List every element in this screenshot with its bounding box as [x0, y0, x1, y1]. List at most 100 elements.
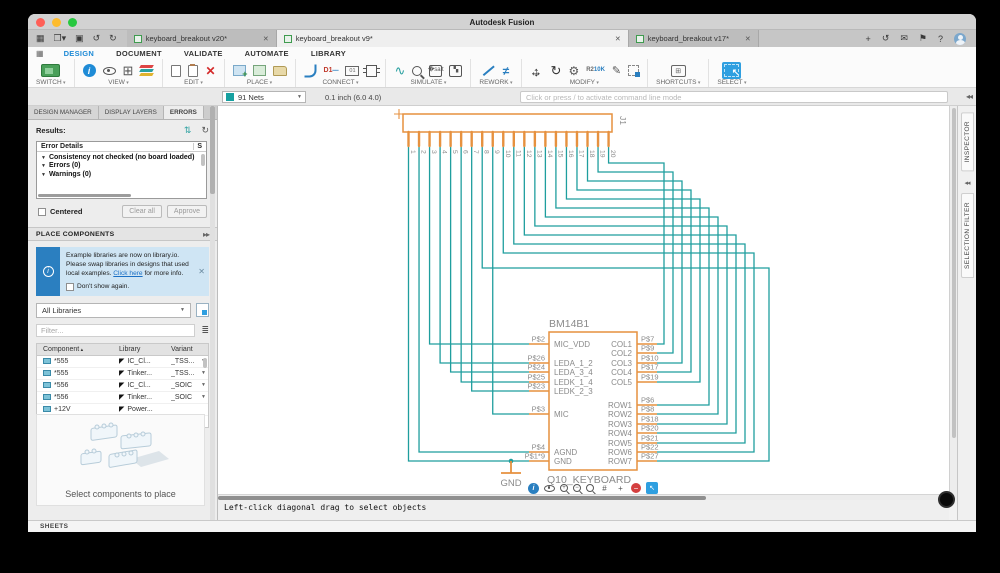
shortcuts-icon[interactable]: ⊞: [671, 65, 686, 77]
connect-label[interactable]: CONNECT: [322, 79, 358, 86]
filter-input[interactable]: [36, 324, 195, 337]
grid-icon[interactable]: #: [599, 483, 610, 494]
ripup-icon[interactable]: ≠: [503, 64, 510, 78]
redo-icon[interactable]: ↻: [109, 33, 117, 44]
close-banner-icon[interactable]: ✕: [198, 267, 205, 276]
place-components-header[interactable]: PLACE COMPONENTS ▸▸: [28, 227, 217, 241]
rework-label[interactable]: REWORK: [479, 79, 512, 86]
panel-tab-display-layers[interactable]: DISPLAY LAYERS: [99, 106, 164, 119]
document-tab[interactable]: keyboard_breakout v17*✕: [629, 30, 759, 47]
place-move-icon[interactable]: [253, 65, 266, 76]
rotate-icon[interactable]: ↻: [551, 63, 562, 79]
net-wire-icon[interactable]: [304, 64, 316, 77]
expand-triangle-icon[interactable]: ▼: [41, 163, 46, 169]
table-row[interactable]: *556◤Tinker..._SOIC▼: [37, 392, 208, 404]
new-tab-icon[interactable]: +: [866, 34, 871, 44]
dont-show-again-checkbox[interactable]: [66, 283, 74, 291]
refresh-icon[interactable]: ↻: [201, 125, 209, 136]
error-list-hscrollbar[interactable]: [38, 194, 131, 198]
shortcuts-label[interactable]: SHORTCUTS: [656, 79, 700, 86]
close-tab-icon[interactable]: ✕: [745, 35, 751, 43]
centered-checkbox[interactable]: [38, 208, 46, 216]
component-table-scrollbar[interactable]: [203, 358, 207, 368]
workspace-tab-automate[interactable]: AUTOMATE: [243, 48, 291, 59]
workspace-tab-validate[interactable]: VALIDATE: [182, 48, 225, 59]
nets-dropdown[interactable]: 91 Nets ▼: [222, 91, 306, 103]
crosshair-icon[interactable]: +: [615, 483, 626, 494]
history-icon[interactable]: ↺: [882, 33, 890, 44]
all-libraries-select[interactable]: All Libraries ▼: [36, 303, 191, 318]
paste-icon[interactable]: [188, 65, 198, 77]
select-cursor-icon[interactable]: ↖: [646, 482, 658, 494]
place-label[interactable]: PLACE: [247, 79, 272, 86]
error-row[interactable]: ▼Warnings (0): [37, 169, 206, 178]
table-row[interactable]: *556◤IC_Cl..._SOIC▼: [37, 380, 208, 392]
new-file-icon[interactable]: ❒▾: [54, 33, 67, 44]
approve-button[interactable]: Approve: [167, 205, 207, 218]
switch-label[interactable]: SWITCH: [36, 79, 66, 86]
library-manager-icon[interactable]: [196, 303, 209, 317]
net-wires[interactable]: [409, 146, 770, 463]
paint-icon[interactable]: ✎: [612, 64, 621, 77]
visibility-eye-icon[interactable]: [544, 485, 555, 492]
library-column-header[interactable]: Library: [119, 346, 171, 353]
delete-icon[interactable]: ✕: [205, 64, 215, 78]
collapse-section-icon[interactable]: ▸▸: [203, 230, 209, 239]
component-table-header[interactable]: Component Library Variant: [37, 344, 208, 356]
expand-triangle-icon[interactable]: ▼: [41, 172, 46, 178]
tab-selection-filter[interactable]: SELECTION FILTER: [961, 193, 974, 278]
workspace-tab-library[interactable]: LIBRARY: [309, 48, 348, 59]
oscilloscope-icon[interactable]: ▚: [449, 65, 462, 77]
command-line-input[interactable]: [520, 91, 948, 103]
undo-icon[interactable]: ↺: [93, 33, 101, 44]
zoom-in-icon[interactable]: +: [560, 484, 568, 492]
schematic-canvas[interactable]: 1234567891011121314151617181920J1P$2MIC_…: [218, 106, 949, 494]
simulate-label[interactable]: SIMULATE: [410, 79, 446, 86]
edit-label[interactable]: EDIT: [184, 79, 203, 86]
visibility-eye-icon[interactable]: [103, 67, 116, 75]
place-library-icon[interactable]: [273, 66, 287, 76]
layers-icon[interactable]: [140, 65, 154, 77]
table-row[interactable]: *555◤Tinker..._TSS...▼: [37, 368, 208, 380]
collapse-panel-icon[interactable]: ◂◂: [966, 92, 972, 101]
ic-pins-icon[interactable]: [366, 65, 377, 77]
wrench-icon[interactable]: ⚙: [568, 64, 579, 78]
tab-inspector[interactable]: INSPECTOR: [961, 112, 974, 171]
app-grid-icon[interactable]: ▦: [36, 33, 45, 44]
close-tab-icon[interactable]: ✕: [615, 35, 621, 43]
workspace-tab-design[interactable]: DESIGN: [62, 48, 97, 59]
error-row[interactable]: ▼Errors (0): [37, 161, 206, 170]
notifications-icon[interactable]: ⚑: [919, 33, 927, 44]
place-component-icon[interactable]: [233, 65, 246, 76]
net-label-icon[interactable]: 01: [345, 66, 359, 76]
save-icon[interactable]: ▣: [75, 33, 84, 44]
click-here-link[interactable]: Click here: [113, 270, 142, 277]
filter-settings-icon[interactable]: ≣: [201, 325, 209, 336]
workspace-tab-document[interactable]: DOCUMENT: [114, 48, 164, 59]
switch-board-icon[interactable]: [41, 64, 60, 77]
variant-column-header[interactable]: Variant: [171, 346, 208, 353]
draw-line-icon[interactable]: [483, 65, 496, 77]
document-tab[interactable]: keyboard_breakout v9*✕: [277, 30, 629, 47]
table-row[interactable]: *555◤IC_Cl..._TSS...▼: [37, 356, 208, 368]
probe-icon[interactable]: [412, 66, 422, 76]
error-details-list[interactable]: Error Details S ▼Consistency not checked…: [36, 141, 207, 199]
help-icon[interactable]: ?: [938, 34, 943, 44]
export-errors-icon[interactable]: ⇅: [184, 125, 192, 136]
component-column-header[interactable]: Component: [43, 346, 119, 353]
canvas-vscrollbar[interactable]: [949, 106, 957, 500]
panel-tab-design-manager[interactable]: DESIGN MANAGER: [28, 106, 99, 119]
panel-tab-errors[interactable]: ERRORS: [164, 106, 204, 119]
workspace-grid-icon[interactable]: ▦: [36, 49, 44, 58]
info-icon[interactable]: i: [528, 483, 539, 494]
remove-icon[interactable]: −: [631, 483, 641, 493]
job-status-icon[interactable]: ✉: [900, 33, 908, 44]
expand-triangle-icon[interactable]: ▼: [41, 155, 46, 161]
error-list-vscrollbar[interactable]: [201, 154, 205, 166]
view-label[interactable]: VIEW: [108, 79, 129, 86]
schematic-svg[interactable]: 1234567891011121314151617181920J1P$2MIC_…: [218, 106, 949, 494]
collapse-panel-icon[interactable]: ◂◂: [964, 179, 969, 187]
value-icon[interactable]: R210K: [586, 67, 605, 73]
close-tab-icon[interactable]: ✕: [263, 35, 269, 43]
grid-icon[interactable]: ⊞: [123, 63, 134, 79]
